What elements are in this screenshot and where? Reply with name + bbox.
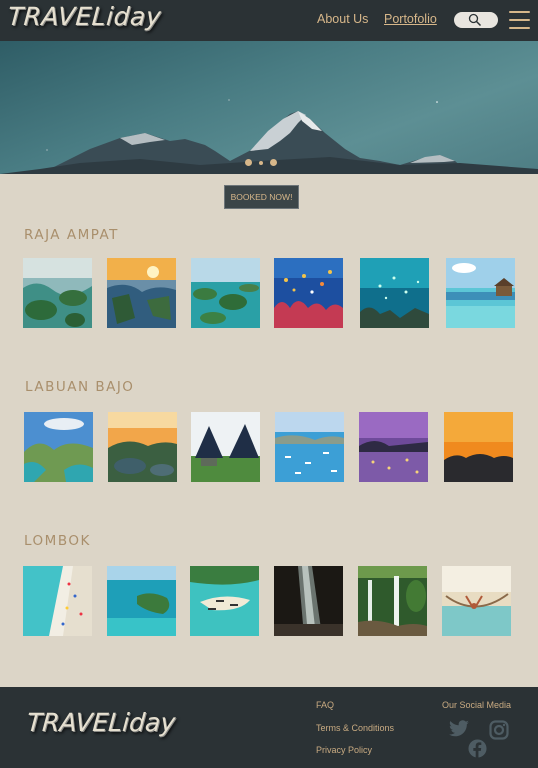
gallery-image-sunset-islands[interactable] [107,258,176,328]
carousel-dot[interactable] [245,159,252,166]
carousel-indicators [245,159,285,167]
carousel-dot[interactable] [270,159,277,166]
gallery-image-harbor-boats[interactable] [275,412,344,482]
book-now-button[interactable]: BOOKED NOW! [225,186,298,208]
brand-logo[interactable]: TRAVELiday [7,2,162,31]
gallery-image-purple-dusk-harbor[interactable] [359,412,428,482]
top-navbar: TRAVELiday About Us Portofolio [0,0,538,41]
gallery-image-sunrise-bay[interactable] [108,412,177,482]
social-media-title: Our Social Media [442,700,512,710]
nav-portofolio[interactable]: Portofolio [384,12,437,26]
gallery-image-padar-hill[interactable] [24,412,93,482]
gallery-image-waterfall[interactable] [358,566,427,636]
gallery-image-beach-aerial[interactable] [23,566,92,636]
footer-link-privacy[interactable]: Privacy Policy [316,745,372,755]
carousel-dot[interactable] [259,161,263,165]
footer: TRAVELiday FAQ Terms & Conditions Privac… [0,687,538,768]
gallery-image-reef-fish[interactable] [360,258,429,328]
gallery-image-lagoon-islands[interactable] [191,258,260,328]
section-title-raja-ampat: RAJA AMPAT [24,227,119,243]
instagram-icon[interactable] [489,720,509,740]
footer-link-faq[interactable]: FAQ [316,700,334,710]
hero-banner [0,41,538,174]
gallery-image-islands-aerial[interactable] [23,258,92,328]
gallery-image-coral-fish[interactable] [274,258,343,328]
footer-logo[interactable]: TRAVELiday [26,708,176,737]
gallery-image-sandbar-boats[interactable] [190,566,259,636]
gallery-image-water-villa[interactable] [446,258,515,328]
gallery-image-cave-light[interactable] [274,566,343,636]
gallery-image-traditional-huts[interactable] [191,412,260,482]
nav-about-us[interactable]: About Us [317,12,368,26]
gallery-image-hammock-sea[interactable] [442,566,511,636]
section-title-labuan-bajo: LABUAN BAJO [25,379,135,395]
search-icon [468,13,482,27]
twitter-icon[interactable] [448,720,470,738]
search-button[interactable] [454,12,498,28]
footer-link-terms[interactable]: Terms & Conditions [316,723,394,733]
gallery-image-orange-sunset[interactable] [444,412,513,482]
facebook-icon[interactable] [468,739,487,758]
gallery-image-turquoise-coast[interactable] [107,566,176,636]
section-title-lombok: LOMBOK [24,533,91,549]
menu-icon[interactable] [509,11,530,29]
mountain-image [0,99,538,174]
